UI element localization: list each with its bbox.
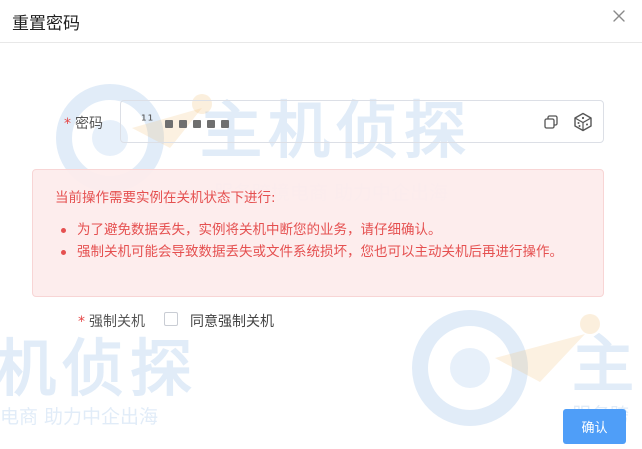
- required-mark: *: [78, 314, 85, 330]
- dialog-title: 重置密码: [12, 14, 80, 34]
- dice-icon[interactable]: [573, 112, 593, 132]
- force-shutdown-checkbox[interactable]: [164, 312, 178, 326]
- alert-item: 强制关机可能会导致数据丢失或文件系统损坏，您也可以主动关机后再进行操作。: [55, 242, 603, 262]
- copy-icon[interactable]: [543, 114, 559, 130]
- password-masked-value: [165, 120, 229, 128]
- watermark-slogan-left: 电商 助力中企出海: [0, 406, 159, 428]
- confirm-button[interactable]: 确认: [563, 409, 626, 444]
- password-label: * 密码: [64, 113, 103, 133]
- force-shutdown-label: * 强制关机: [78, 311, 145, 331]
- watermark-brand-left: 机侦探: [0, 332, 199, 405]
- password-label-text: 密码: [75, 116, 103, 132]
- password-input[interactable]: ¹¹: [120, 100, 604, 143]
- watermark-brand-right: 主: [572, 328, 641, 401]
- required-mark: *: [64, 116, 71, 132]
- dialog-header: 重置密码: [0, 0, 642, 43]
- close-icon[interactable]: [610, 7, 628, 25]
- force-shutdown-label-text: 强制关机: [89, 314, 145, 330]
- force-shutdown-checkbox-label[interactable]: 同意强制关机: [190, 311, 274, 331]
- warning-alert: 当前操作需要实例在关机状态下进行: 为了避免数据丢失，实例将关机中断您的业务，请…: [32, 169, 604, 297]
- alert-heading: 当前操作需要实例在关机状态下进行:: [55, 190, 276, 206]
- password-value-prefix: ¹¹: [141, 113, 155, 129]
- alert-item: 为了避免数据丢失，实例将关机中断您的业务，请仔细确认。: [55, 220, 603, 240]
- alert-list: 为了避免数据丢失，实例将关机中断您的业务，请仔细确认。 强制关机可能会导致数据丢…: [55, 220, 603, 264]
- reset-password-dialog: 主机侦探 服务跨境电商 助力中企出海 机侦探 电商 助力中企出海 主 服务跨 重…: [0, 0, 642, 449]
